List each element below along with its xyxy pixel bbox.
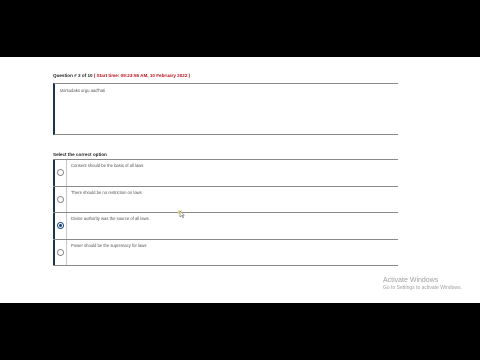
watermark-subtitle: Go to Settings to activate Windows. [383, 285, 462, 291]
option-radio-2[interactable] [57, 195, 64, 203]
option-text-3[interactable]: Divine authority was the source of all l… [71, 216, 149, 221]
option-radio-3-selected[interactable] [57, 222, 64, 230]
option-text-4[interactable]: Power should be the supremacy for laws [71, 243, 146, 248]
options-list: Consent should be the basis of all laws … [53, 159, 398, 266]
option-row-2[interactable]: There should be no restriction on laws [53, 186, 398, 213]
activate-windows-watermark: Activate Windows Go to Settings to activ… [383, 276, 462, 292]
question-header: Question # 3 of 10 ( Start time: 09:23:5… [53, 73, 190, 78]
question-number: Question # 3 of 10 [53, 73, 93, 78]
mouse-cursor-icon [178, 210, 185, 218]
option-row-3[interactable]: Divine authority was the source of all l… [53, 213, 398, 240]
option-row-1[interactable]: Consent should be the basis of all laws [53, 160, 398, 187]
option-radio-1[interactable] [57, 169, 64, 177]
option-row-4[interactable]: Power should be the supremacy for laws [53, 239, 398, 266]
option-radio-cell[interactable] [53, 160, 67, 186]
option-radio-4[interactable] [57, 248, 64, 256]
question-start-time: ( Start time: 09:23:55 AM, 10 February 2… [93, 73, 191, 78]
option-radio-cell[interactable] [53, 213, 67, 239]
option-text-2[interactable]: There should be no restriction on laws [71, 190, 142, 195]
question-text-box: Ma'sudaks urgu aad'hati [53, 83, 398, 135]
option-text-1[interactable]: Consent should be the basis of all laws [71, 163, 143, 168]
option-radio-cell[interactable] [53, 239, 67, 265]
watermark-title: Activate Windows [383, 277, 439, 284]
option-radio-cell[interactable] [53, 186, 67, 212]
question-text: Ma'sudaks urgu aad'hati [60, 88, 106, 93]
quiz-page: Question # 3 of 10 ( Start time: 09:23:5… [0, 57, 480, 303]
select-option-label: Select the correct option [53, 152, 107, 157]
